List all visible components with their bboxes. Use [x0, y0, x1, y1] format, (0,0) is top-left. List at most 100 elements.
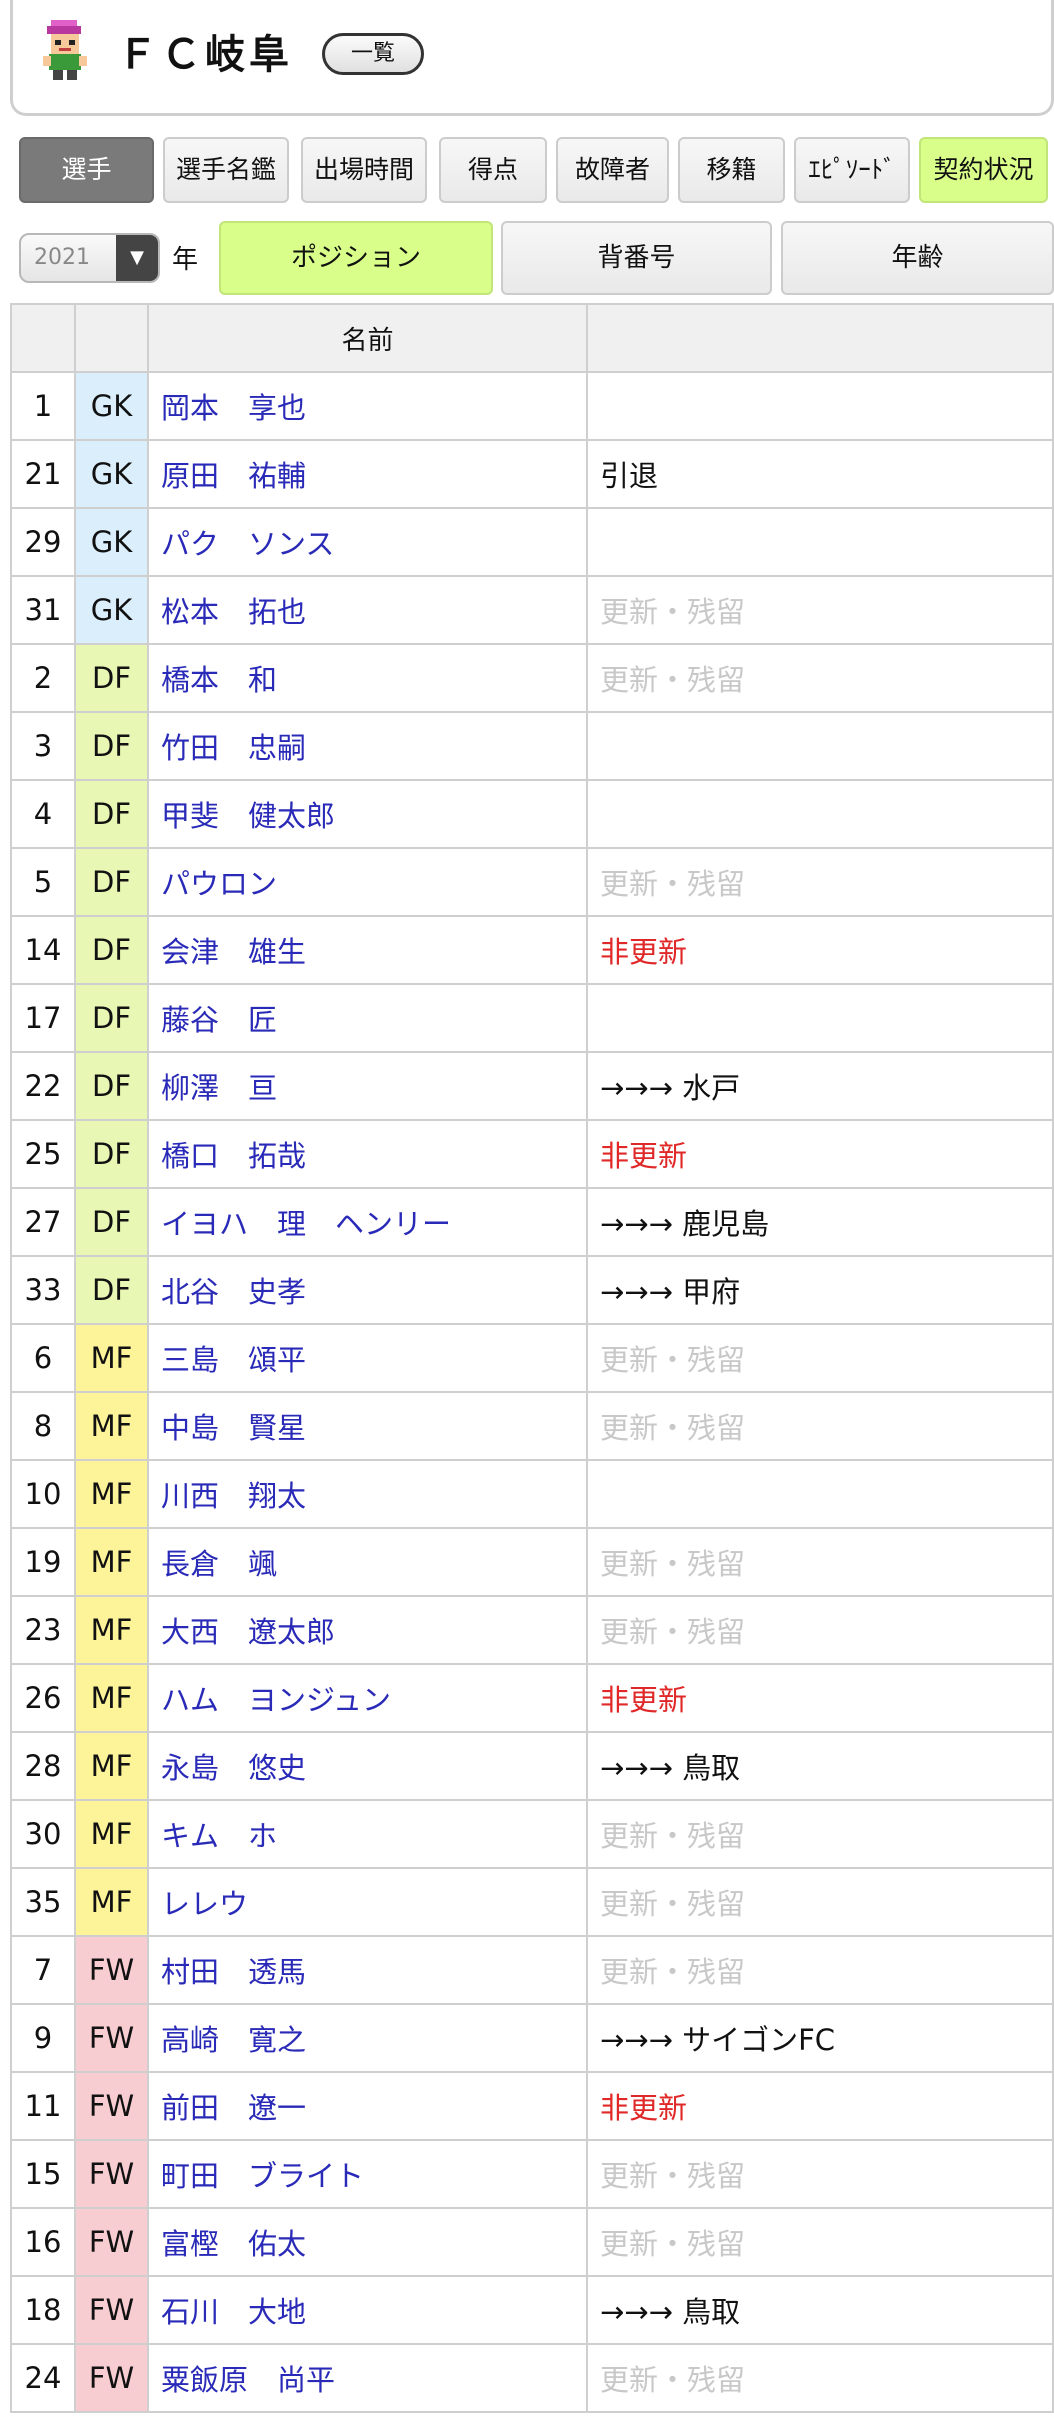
- table-row: 7 FW 村田 透馬 更新・残留: [10, 1935, 1054, 2005]
- contract-status: 非更新: [586, 1663, 1054, 1733]
- player-name-cell: イヨハ 理 ヘンリー: [147, 1187, 588, 1257]
- table-row: 19 MF 長倉 颯 更新・残留: [10, 1527, 1054, 1597]
- table-row: 25 DF 橋口 拓哉 非更新: [10, 1119, 1054, 1189]
- tab-episodes[interactable]: ｴﾋﾟｿｰﾄﾞ: [794, 137, 910, 203]
- player-name-link[interactable]: 富樫 佑太: [161, 2227, 306, 2261]
- player-name-link[interactable]: 粟飯原 尚平: [161, 2363, 335, 2397]
- header-name: 名前: [147, 303, 588, 373]
- player-name-link[interactable]: 松本 拓也: [161, 595, 306, 629]
- player-name-cell: 三島 頌平: [147, 1323, 588, 1393]
- player-name-link[interactable]: 藤谷 匠: [161, 1003, 277, 1037]
- team-name: ＦＣ岐阜: [117, 32, 293, 78]
- contract-status: 更新・残留: [586, 1527, 1054, 1597]
- player-name-link[interactable]: パク ソンス: [161, 527, 334, 561]
- player-number: 29: [10, 507, 76, 577]
- tab-contract-status[interactable]: 契約状況: [919, 137, 1048, 203]
- player-name-link[interactable]: 柳澤 亘: [161, 1071, 277, 1105]
- mascot-icon: [43, 20, 87, 80]
- player-position: DF: [74, 1255, 149, 1325]
- table-row: 21 GK 原田 祐輔 引退: [10, 439, 1054, 509]
- player-position: MF: [74, 1527, 149, 1597]
- player-name-cell: 村田 透馬: [147, 1935, 588, 2005]
- player-name-link[interactable]: キム ホ: [161, 1819, 277, 1853]
- player-name-link[interactable]: 竹田 忠嗣: [161, 731, 306, 765]
- player-name-link[interactable]: 石川 大地: [161, 2295, 306, 2329]
- tab-players[interactable]: 選手: [19, 137, 154, 203]
- player-name-link[interactable]: 北谷 史孝: [161, 1275, 306, 1309]
- player-table: 名前 1 GK 岡本 享也 21 GK 原田 祐輔 引退 29 GK パク ソンス 31 GK 松本 拓…: [10, 303, 1054, 2413]
- nav-tabs: 選手 選手名鑑 出場時間 得点 故障者 移籍 ｴﾋﾟｿｰﾄﾞ 契約状況: [0, 137, 1054, 203]
- player-position: MF: [74, 1323, 149, 1393]
- contract-status: 更新・残留: [586, 1391, 1054, 1461]
- contract-status: 更新・残留: [586, 2343, 1054, 2413]
- player-name-cell: 石川 大地: [147, 2275, 588, 2345]
- player-name-link[interactable]: 中島 賢星: [161, 1411, 306, 1445]
- player-name-link[interactable]: パウロン: [161, 867, 277, 901]
- player-name-link[interactable]: レレウ: [161, 1887, 248, 1921]
- player-name-cell: 長倉 颯: [147, 1527, 588, 1597]
- player-name-link[interactable]: 長倉 颯: [161, 1547, 277, 1581]
- player-number: 5: [10, 847, 76, 917]
- team-header: ＦＣ岐阜 一覧: [10, 0, 1054, 116]
- header-num: [10, 303, 76, 373]
- header-pos: [74, 303, 149, 373]
- tab-transfers[interactable]: 移籍: [678, 137, 785, 203]
- list-button[interactable]: 一覧: [322, 33, 424, 75]
- player-name-link[interactable]: 三島 頌平: [161, 1343, 306, 1377]
- player-name-link[interactable]: 大西 遼太郎: [161, 1615, 335, 1649]
- player-number: 14: [10, 915, 76, 985]
- player-name-link[interactable]: 岡本 享也: [161, 391, 306, 425]
- tab-player-directory[interactable]: 選手名鑑: [163, 137, 289, 203]
- player-position: DF: [74, 847, 149, 917]
- player-name-link[interactable]: 前田 遼一: [161, 2091, 306, 2125]
- player-number: 18: [10, 2275, 76, 2345]
- player-name-link[interactable]: 会津 雄生: [161, 935, 306, 969]
- sort-by-age[interactable]: 年齢: [781, 221, 1054, 295]
- player-name-link[interactable]: 高崎 寛之: [161, 2023, 306, 2057]
- table-row: 10 MF 川西 翔太: [10, 1459, 1054, 1529]
- player-position: MF: [74, 1731, 149, 1801]
- contract-status: 更新・残留: [586, 847, 1054, 917]
- tab-playing-time[interactable]: 出場時間: [301, 137, 427, 203]
- player-name-cell: 会津 雄生: [147, 915, 588, 985]
- player-name-link[interactable]: 原田 祐輔: [161, 459, 306, 493]
- tab-goals[interactable]: 得点: [439, 137, 547, 203]
- player-position: MF: [74, 1391, 149, 1461]
- contract-status: [586, 711, 1054, 781]
- player-name-cell: 竹田 忠嗣: [147, 711, 588, 781]
- player-name-cell: 永島 悠史: [147, 1731, 588, 1801]
- table-row: 3 DF 竹田 忠嗣: [10, 711, 1054, 781]
- player-name-link[interactable]: イヨハ 理 ヘンリー: [161, 1207, 451, 1241]
- player-name-cell: 藤谷 匠: [147, 983, 588, 1053]
- player-name-link[interactable]: 甲斐 健太郎: [161, 799, 335, 833]
- player-name-link[interactable]: 村田 透馬: [161, 1955, 306, 1989]
- table-row: 1 GK 岡本 享也: [10, 371, 1054, 441]
- year-select[interactable]: 2021 ▼: [19, 233, 160, 283]
- player-name-link[interactable]: ハム ヨンジュン: [161, 1683, 391, 1717]
- sort-by-number[interactable]: 背番号: [501, 221, 772, 295]
- table-row: 14 DF 会津 雄生 非更新: [10, 915, 1054, 985]
- player-position: GK: [74, 575, 149, 645]
- contract-status: →→→ 鳥取: [586, 1731, 1054, 1801]
- sort-by-position[interactable]: ポジション: [219, 221, 493, 295]
- player-position: DF: [74, 1051, 149, 1121]
- contract-status: 更新・残留: [586, 2139, 1054, 2209]
- player-name-link[interactable]: 町田 ブライト: [161, 2159, 364, 2193]
- player-number: 15: [10, 2139, 76, 2209]
- player-number: 26: [10, 1663, 76, 1733]
- player-name-cell: 甲斐 健太郎: [147, 779, 588, 849]
- table-row: 35 MF レレウ 更新・残留: [10, 1867, 1054, 1937]
- tab-injured[interactable]: 故障者: [556, 137, 669, 203]
- player-name-link[interactable]: 橋本 和: [161, 663, 277, 697]
- contract-status: [586, 371, 1054, 441]
- player-name-link[interactable]: 川西 翔太: [161, 1479, 306, 1513]
- player-number: 2: [10, 643, 76, 713]
- player-name-link[interactable]: 永島 悠史: [161, 1751, 306, 1785]
- player-name-cell: 岡本 享也: [147, 371, 588, 441]
- contract-status: 更新・残留: [586, 643, 1054, 713]
- player-position: FW: [74, 2343, 149, 2413]
- player-number: 28: [10, 1731, 76, 1801]
- contract-status: 非更新: [586, 2071, 1054, 2141]
- player-name-link[interactable]: 橋口 拓哉: [161, 1139, 306, 1173]
- player-name-cell: ハム ヨンジュン: [147, 1663, 588, 1733]
